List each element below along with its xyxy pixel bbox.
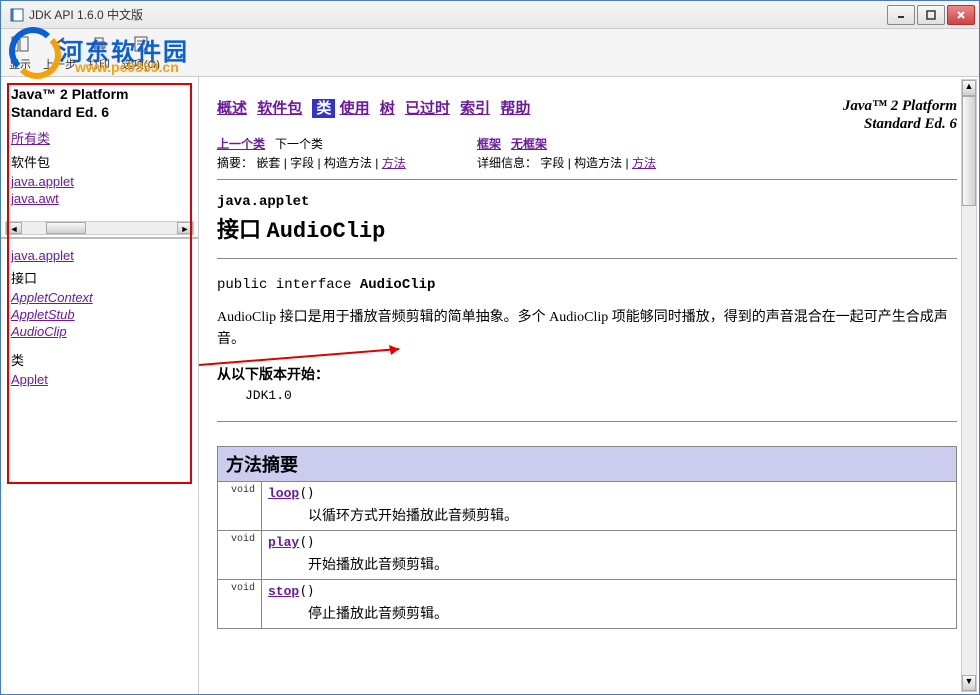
- interface-link-appletcontext[interactable]: AppletContext: [11, 290, 93, 305]
- method-return-0: void: [218, 481, 262, 530]
- detail-items: 字段 | 构造方法 |: [540, 156, 632, 170]
- print-button[interactable]: 打印: [88, 33, 110, 72]
- method-link-play[interactable]: play: [268, 535, 299, 550]
- nav-deprecated[interactable]: 已过时: [405, 100, 450, 117]
- prev-class-link[interactable]: 上一个类: [217, 137, 265, 151]
- top-nav: 概述 软件包 类 使用 树 已过时 索引 帮助: [217, 97, 536, 118]
- method-desc-1: 开始播放此音频剪辑。: [308, 554, 950, 574]
- scroll-down-arrow[interactable]: ▼: [962, 675, 976, 691]
- detail-label: 详细信息：: [477, 156, 537, 170]
- sidebar: Java™ 2 Platform Standard Ed. 6 所有类 软件包 …: [1, 77, 199, 694]
- all-classes-link[interactable]: 所有类: [11, 128, 50, 147]
- table-row: void loop() 以循环方式开始播放此音频剪辑。: [218, 481, 957, 530]
- vertical-scrollbar[interactable]: ▲ ▼: [961, 79, 977, 692]
- interfaces-label: 接口: [11, 268, 188, 287]
- summary-items: 嵌套 | 字段 | 构造方法 |: [256, 156, 381, 170]
- app-icon: [9, 7, 25, 23]
- scroll-left-arrow[interactable]: ◄: [6, 222, 22, 234]
- back-button[interactable]: 上一步: [43, 33, 76, 72]
- nav-class-active: 类: [312, 99, 335, 118]
- show-button[interactable]: 显示: [9, 33, 31, 72]
- divider-3: [217, 421, 957, 422]
- nav-index[interactable]: 索引: [460, 100, 490, 117]
- maximize-button[interactable]: [917, 5, 945, 25]
- printer-icon: [88, 33, 110, 55]
- since-value: JDK1.0: [245, 388, 957, 403]
- scroll-thumb[interactable]: [46, 222, 86, 234]
- interface-link-appletstub[interactable]: AppletStub: [11, 307, 75, 322]
- detail-method-link[interactable]: 方法: [632, 156, 656, 170]
- options-icon: [130, 33, 152, 55]
- sidebar-top-pane: Java™ 2 Platform Standard Ed. 6 所有类 软件包 …: [1, 77, 198, 239]
- nav-use[interactable]: 使用: [340, 100, 370, 117]
- classes-label: 类: [11, 350, 188, 369]
- divider-2: [217, 258, 957, 259]
- window-title: JDK API 1.6.0 中文版: [29, 6, 887, 23]
- packages-label: 软件包: [11, 152, 188, 171]
- scroll-thumb-vertical[interactable]: [962, 96, 976, 206]
- options-label: 选项(O): [122, 56, 160, 72]
- method-desc-0: 以循环方式开始播放此音频剪辑。: [308, 505, 950, 525]
- platform-heading: Java™ 2 Platform Standard Ed. 6: [11, 85, 188, 121]
- scroll-right-arrow[interactable]: ►: [177, 222, 193, 234]
- class-signature: public interface AudioClip: [217, 277, 957, 293]
- options-button[interactable]: 选项(O): [122, 33, 160, 72]
- table-row: void stop() 停止播放此音频剪辑。: [218, 579, 957, 628]
- method-return-2: void: [218, 579, 262, 628]
- nav-tree[interactable]: 树: [380, 100, 395, 117]
- minimize-button[interactable]: [887, 5, 915, 25]
- nav-help[interactable]: 帮助: [500, 100, 530, 117]
- main-pane: ▲ ▼ 概述 软件包 类 使用 树 已过时 索引 帮助: [199, 77, 979, 694]
- package-name: java.applet: [217, 194, 957, 210]
- method-summary-table: 方法摘要 void loop() 以循环方式开始播放此音频剪辑。 void pl…: [217, 446, 957, 629]
- sidebar-bottom-pane: java.applet 接口 AppletContext AppletStub …: [1, 239, 198, 694]
- nav-overview[interactable]: 概述: [217, 100, 247, 117]
- show-label: 显示: [9, 56, 31, 72]
- frames-link[interactable]: 框架: [477, 137, 501, 151]
- close-button[interactable]: [947, 5, 975, 25]
- horizontal-scrollbar[interactable]: ◄ ►: [5, 221, 194, 235]
- divider: [217, 179, 957, 180]
- class-title: 接口 AudioClip: [217, 212, 957, 244]
- method-link-stop[interactable]: stop: [268, 584, 299, 599]
- back-label: 上一步: [43, 56, 76, 72]
- method-desc-2: 停止播放此音频剪辑。: [308, 603, 950, 623]
- window-titlebar: JDK API 1.6.0 中文版: [1, 1, 979, 29]
- no-frames-link[interactable]: 无框架: [511, 137, 547, 151]
- nav-package[interactable]: 软件包: [257, 100, 302, 117]
- table-row: void play() 开始播放此音频剪辑。: [218, 530, 957, 579]
- show-icon: [9, 33, 31, 55]
- summary-method-link[interactable]: 方法: [382, 156, 406, 170]
- since-label: 从以下版本开始：: [217, 364, 957, 384]
- method-link-loop[interactable]: loop: [268, 486, 299, 501]
- interface-link-audioclip[interactable]: AudioClip: [11, 324, 67, 339]
- next-class-text: 下一个类: [275, 137, 323, 151]
- package-link-applet[interactable]: java.applet: [11, 174, 74, 189]
- package-link-awt[interactable]: java.awt: [11, 191, 59, 206]
- back-arrow-icon: [49, 33, 71, 55]
- platform-label: Java™ 2 Platform Standard Ed. 6: [843, 97, 957, 133]
- class-link-applet[interactable]: Applet: [11, 372, 48, 387]
- toolbar: 显示 上一步 打印 选项(O): [1, 29, 979, 77]
- print-label: 打印: [88, 56, 110, 72]
- method-return-1: void: [218, 530, 262, 579]
- current-package-link[interactable]: java.applet: [11, 248, 74, 263]
- class-description: AudioClip 接口是用于播放音频剪辑的简单抽象。多个 AudioClip …: [217, 307, 957, 352]
- scroll-up-arrow[interactable]: ▲: [962, 80, 976, 96]
- summary-label: 摘要：: [217, 156, 253, 170]
- method-summary-title: 方法摘要: [218, 446, 957, 481]
